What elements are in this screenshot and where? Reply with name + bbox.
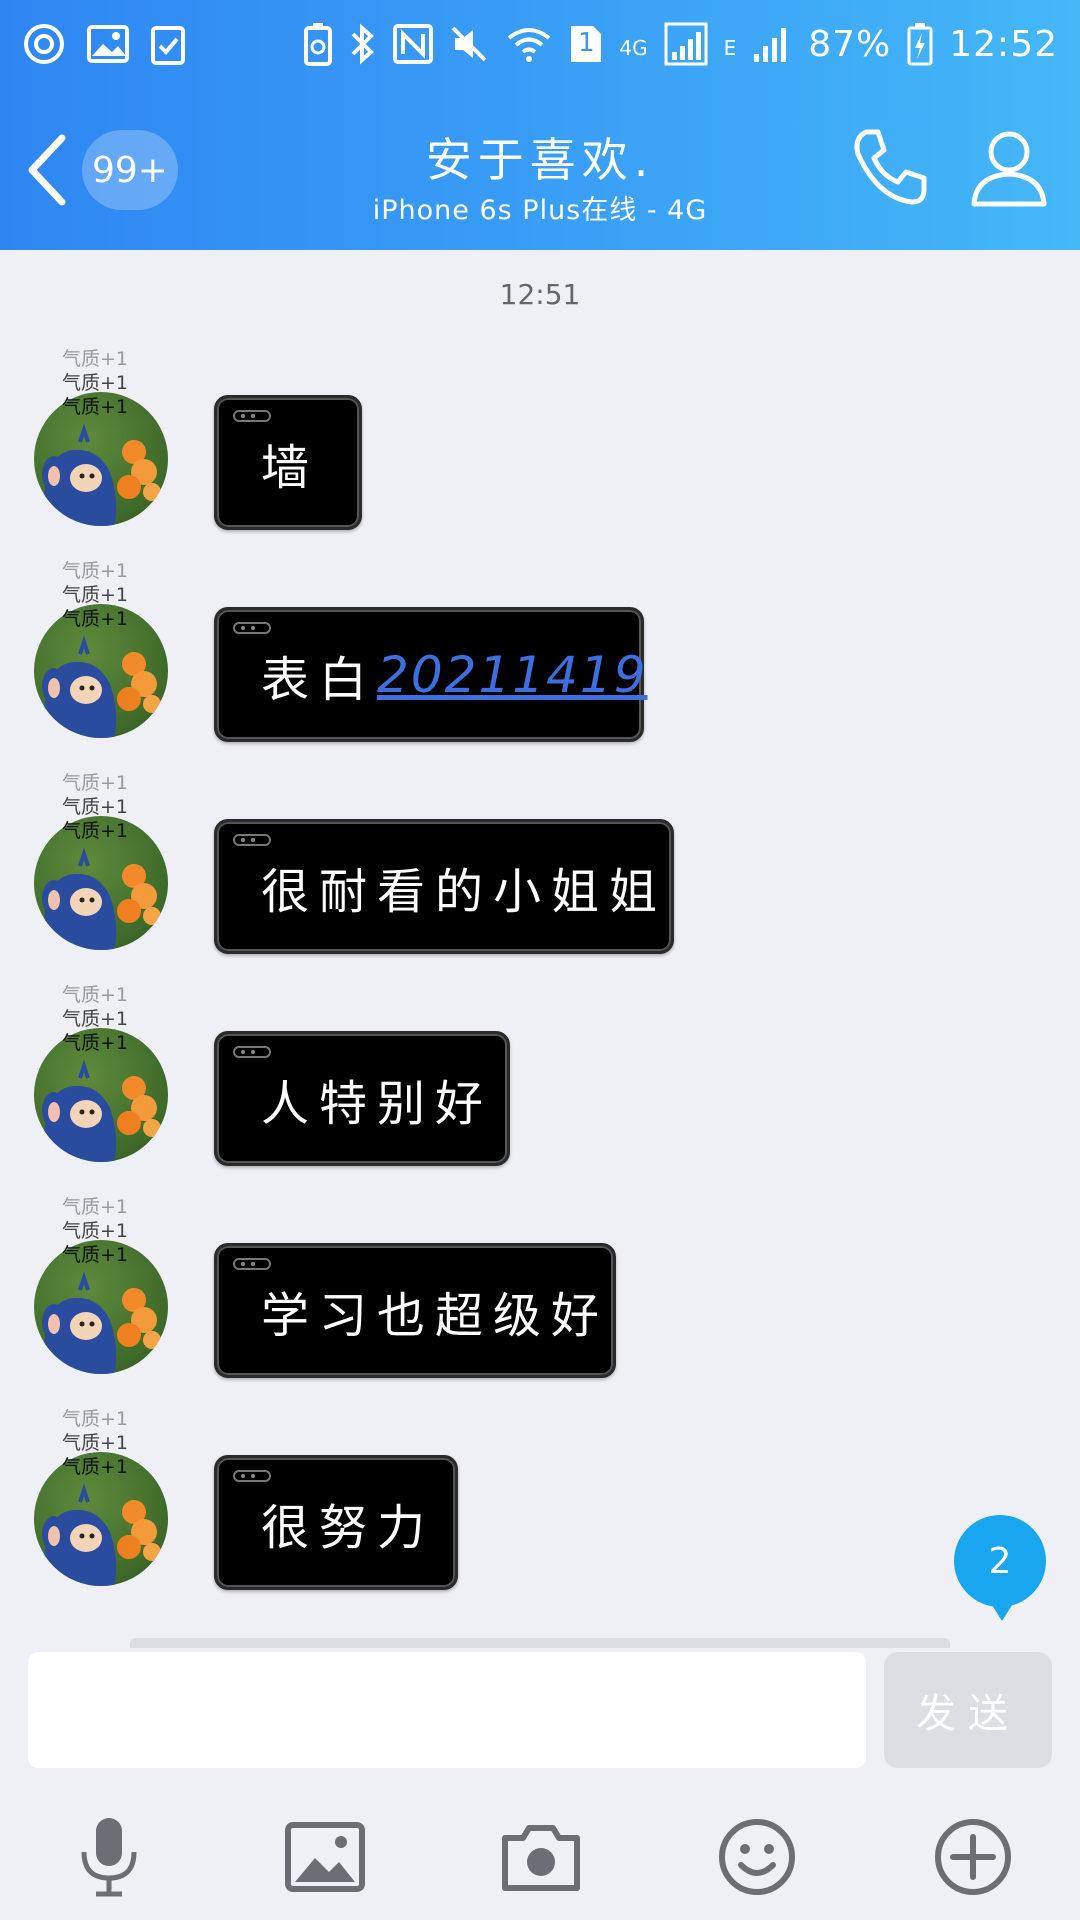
avatar-tag: 气质+1 [62,796,129,818]
signal-icon [752,24,792,64]
message-row: 气质+1 气质+1 气质+1 墙 [0,347,1080,530]
avatar-tag: 气质+1 [62,1196,129,1218]
message-link[interactable]: 20211419 [377,646,648,704]
avatar-badge-text: 气质+1 气质+1 气质+1 [62,771,162,843]
message-row: 气质+1 气质+1 气质+1 表白 20211419 [0,559,1080,742]
avatar-tag: 气质+1 [62,1008,129,1030]
network-4g-label: 4G [619,36,648,60]
avatar-tag: 气质+1 [62,608,129,630]
avatar-tag: 气质+1 [62,1220,129,1242]
chat-header: 1 4G E 87% 12:52 99+ 安于喜欢. iPhone 6s Plu… [0,0,1080,250]
avatar-group[interactable]: 气质+1 气质+1 气质+1 [32,1407,172,1586]
image-icon[interactable] [280,1812,370,1902]
nav-bar: 99+ 安于喜欢. iPhone 6s Plus在线 - 4G [0,88,1080,250]
gallery-icon [86,24,130,64]
avatar-badge-text: 气质+1 气质+1 气质+1 [62,347,162,419]
new-message-badge[interactable]: 2 [954,1515,1046,1621]
avatar-badge-text: 气质+1 气质+1 气质+1 [62,1407,162,1479]
message-timestamp: 12:51 [499,278,581,311]
avatar-badge-text: 气质+1 气质+1 气质+1 [62,559,162,631]
message-bubble[interactable]: 很努力 [214,1455,458,1590]
message-input[interactable] [28,1652,866,1768]
emoji-icon[interactable] [712,1812,802,1902]
avatar-tag: 气质+1 [62,1244,129,1266]
bubble-decoration [233,834,271,846]
input-divider [130,1638,950,1648]
avatar-tag: 气质+1 [62,560,129,582]
avatar-tag: 气质+1 [62,984,129,1006]
message-text: 墙 [261,439,320,496]
app-icon [22,22,66,66]
message-bubble[interactable]: 表白 20211419 [214,607,646,742]
avatar-group[interactable]: 气质+1 气质+1 气质+1 [32,1195,172,1374]
signal-icon [664,22,708,66]
wifi-icon [505,24,553,64]
message-text: 很耐看的小姐姐 [261,863,668,920]
profile-icon[interactable] [966,124,1052,210]
clock: 12:52 [949,23,1058,65]
avatar-group[interactable]: 气质+1 气质+1 气质+1 [32,983,172,1162]
avatar-tag: 气质+1 [62,1456,129,1478]
camera-icon[interactable] [496,1812,586,1902]
avatar-tag: 气质+1 [62,1408,129,1430]
message-row: 气质+1 气质+1 气质+1 人特别好 [0,983,1080,1166]
bubble-decoration [233,1258,271,1270]
phone-icon[interactable] [846,124,932,210]
bubble-decoration [233,1470,271,1482]
message-text: 人特别好 [261,1075,494,1132]
avatar-group[interactable]: 气质+1 气质+1 气质+1 [32,559,172,738]
composer: 发送 [0,1648,1080,1920]
status-bar: 1 4G E 87% 12:52 [0,0,1080,88]
message-bubble[interactable]: 人特别好 [214,1031,510,1166]
avatar-tag: 气质+1 [62,372,129,394]
nfc-icon [393,24,434,64]
avatar-group[interactable]: 气质+1 气质+1 气质+1 [32,347,172,526]
message-row: 气质+1 气质+1 气质+1 学习也超级好 [0,1195,1080,1378]
battery-icon [907,22,933,66]
bluetooth-icon [349,22,377,66]
avatar-tag: 气质+1 [62,1032,129,1054]
avatar-tag: 气质+1 [62,584,129,606]
message-text: 表白 [261,651,378,708]
sim-icon: 1 [569,24,603,64]
bubble-decoration [233,1046,271,1058]
bubble-decoration [233,622,271,634]
plus-icon[interactable] [928,1812,1018,1902]
message-bubble[interactable]: 墙 [214,395,362,530]
avatar-group[interactable]: 气质+1 气质+1 气质+1 [32,771,172,950]
avatar-badge-text: 气质+1 气质+1 气质+1 [62,983,162,1055]
message-text: 很努力 [261,1499,436,1556]
message-row: 气质+1 气质+1 气质+1 很耐看的小姐姐 [0,771,1080,954]
mute-icon [449,24,489,64]
network-e-label: E [723,36,737,60]
avatar-tag: 气质+1 [62,772,129,794]
message-text: 学习也超级好 [261,1287,610,1344]
avatar-tag: 气质+1 [62,820,129,842]
message-bubble[interactable]: 学习也超级好 [214,1243,616,1378]
avatar-tag: 气质+1 [62,1432,129,1454]
avatar-badge-text: 气质+1 气质+1 气质+1 [62,1195,162,1267]
message-bubble[interactable]: 很耐看的小姐姐 [214,819,674,954]
message-row: 气质+1 气质+1 气质+1 很努力 [0,1407,1080,1590]
bubble-decoration [233,410,271,422]
battery-saver-icon [303,22,333,66]
send-button[interactable]: 发送 [884,1652,1052,1768]
avatar-tag: 气质+1 [62,396,129,418]
microphone-icon[interactable] [64,1812,154,1902]
clipboard-icon [150,22,186,66]
avatar-tag: 气质+1 [62,348,129,370]
battery-percent: 87% [808,23,892,65]
